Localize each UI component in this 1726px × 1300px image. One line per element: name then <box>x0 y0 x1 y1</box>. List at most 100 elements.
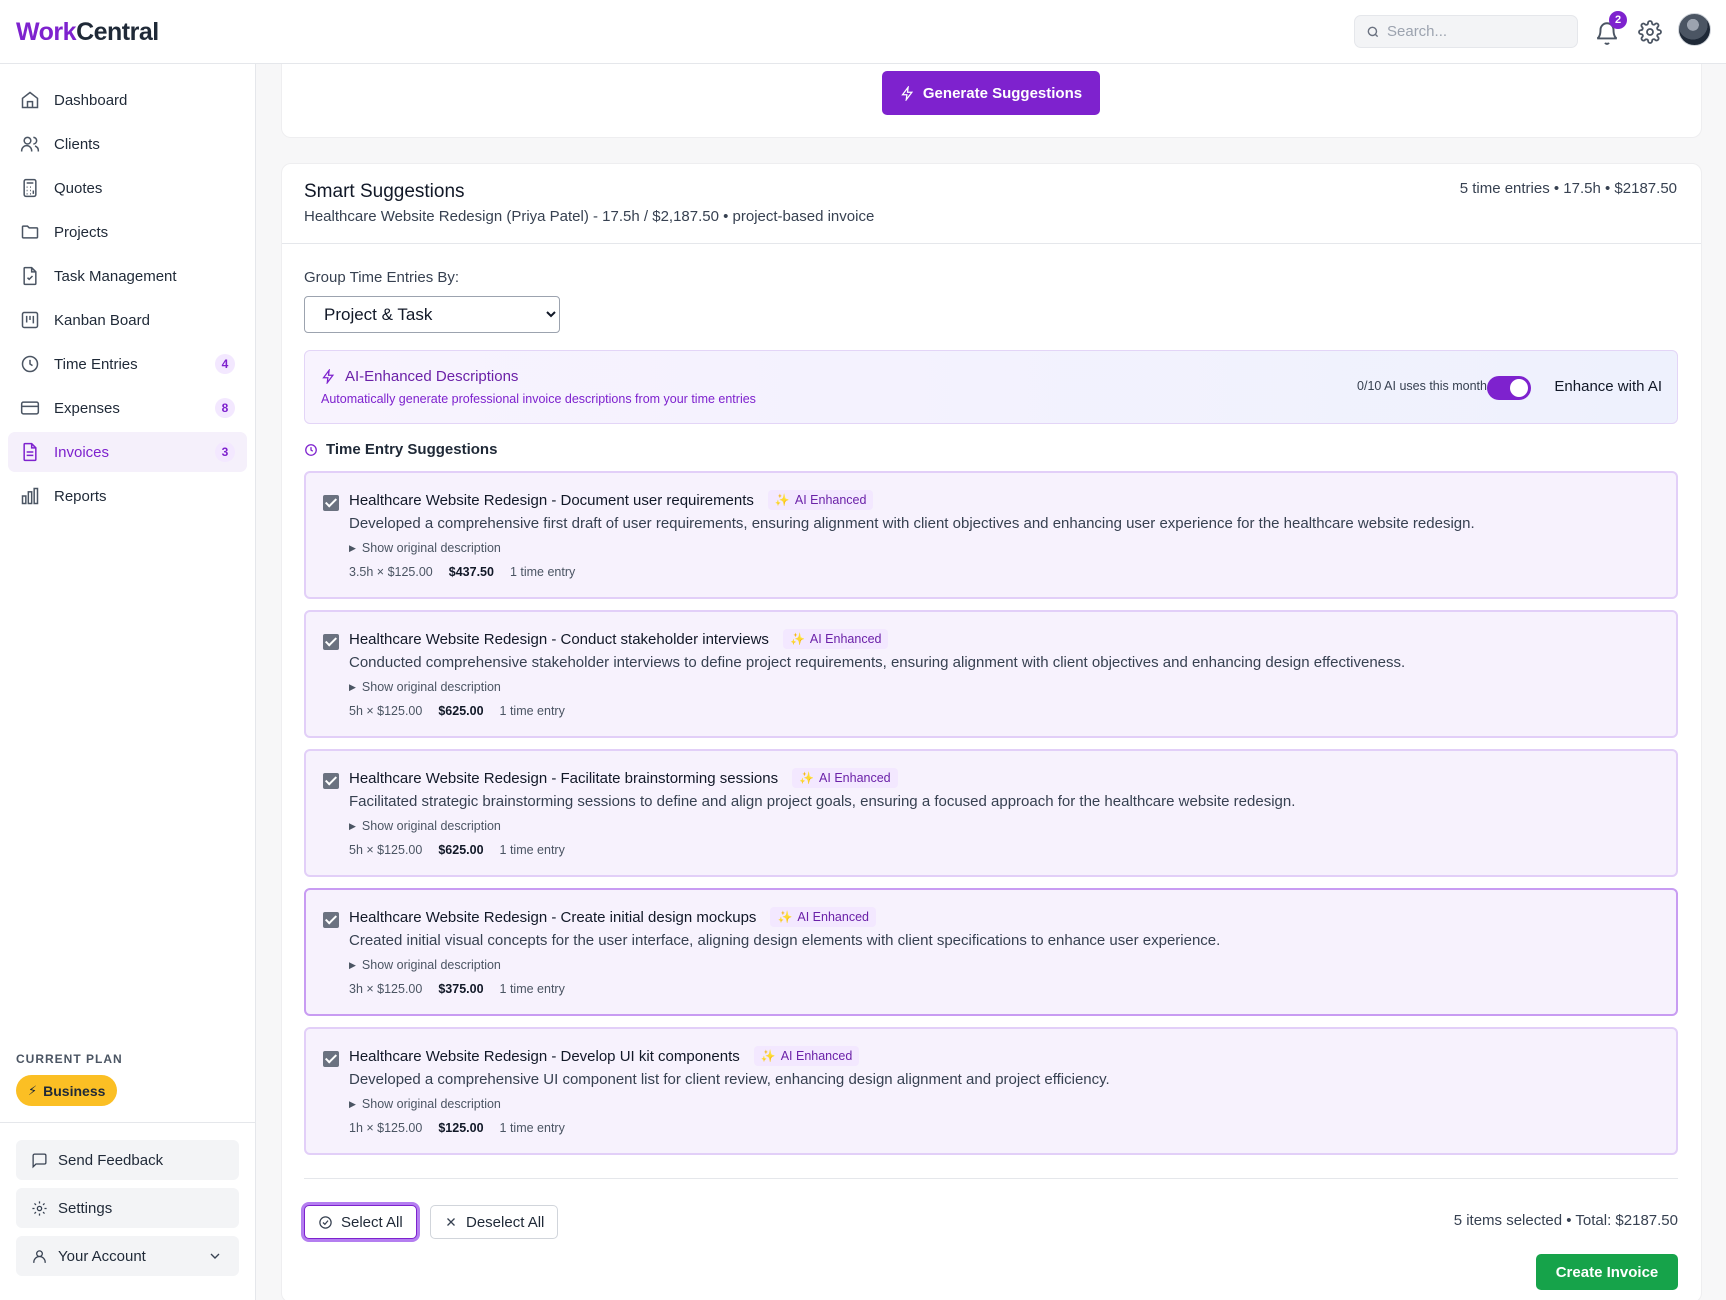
item-checkbox[interactable] <box>323 634 339 650</box>
ai-enhanced-badge: ✨ AI Enhanced <box>767 490 874 510</box>
show-original-toggle[interactable]: ▶ Show original description <box>349 1097 501 1111</box>
item-entry-count: 1 time entry <box>499 982 565 996</box>
item-rate: 3.5h × $125.00 <box>349 565 433 579</box>
suggestion-item: Healthcare Website Redesign - Develop UI… <box>304 1027 1678 1155</box>
item-description: Developed a comprehensive first draft of… <box>349 515 1475 532</box>
sparkle-icon: ✨ <box>799 771 815 785</box>
generate-suggestions-button[interactable]: Generate Suggestions <box>882 71 1100 115</box>
search-input[interactable] <box>1387 16 1572 47</box>
sidebar-item-projects[interactable]: Projects <box>8 212 247 252</box>
triangle-right-icon: ▶ <box>349 1099 356 1109</box>
top-bar: WorkCentral 2 <box>0 0 1726 64</box>
ai-enhanced-badge: ✨ AI Enhanced <box>770 907 876 927</box>
file-check-icon <box>23 266 37 286</box>
sparkle-icon: ✨ <box>789 632 805 646</box>
enhance-ai-toggle[interactable] <box>1487 376 1531 400</box>
item-rate: 3h × $125.00 <box>349 982 423 996</box>
invoice-icon <box>23 442 37 462</box>
item-description: Facilitated strategic brainstorming sess… <box>349 793 1296 810</box>
sidebar-divider <box>0 1122 256 1123</box>
bolt-icon: ⚡ <box>28 1082 38 1098</box>
gear-icon <box>32 1200 47 1216</box>
sidebar-item-task-management[interactable]: Task Management <box>8 256 247 296</box>
sidebar-item-reports[interactable]: Reports <box>8 476 247 516</box>
ai-enhanced-label: AI Enhanced <box>797 910 869 924</box>
select-all-label: Select All <box>341 1213 403 1231</box>
notification-badge: 2 <box>1609 11 1627 29</box>
item-rate: 5h × $125.00 <box>349 704 423 718</box>
sidebar-item-invoices[interactable]: Invoices 3 <box>8 432 247 472</box>
time-entry-suggestions-title: Time Entry Suggestions <box>326 441 498 458</box>
credit-card-icon <box>20 401 40 415</box>
sparkle-icon: ✨ <box>760 1049 776 1063</box>
bolt-icon <box>901 85 914 101</box>
sidebar-item-expenses[interactable]: Expenses 8 <box>8 388 247 428</box>
settings-label: Settings <box>58 1199 113 1217</box>
settings-button[interactable]: Settings <box>16 1188 239 1228</box>
ai-enhanced-label: AI Enhanced <box>809 632 882 646</box>
suggestion-item: Healthcare Website Redesign - Document u… <box>304 471 1678 599</box>
account-button[interactable]: Your Account <box>16 1236 239 1276</box>
group-by-select[interactable]: Project & Task <box>304 296 560 333</box>
show-original-label: Show original description <box>361 958 501 972</box>
item-checkbox[interactable] <box>323 495 339 511</box>
ai-enhanced-badge: ✨ AI Enhanced <box>782 629 889 649</box>
logo-work: Work <box>16 18 77 46</box>
logo-central: Central <box>76 18 159 46</box>
show-original-label: Show original description <box>361 1097 501 1111</box>
item-entry-count: 1 time entry <box>499 843 565 857</box>
item-rate: 1h × $125.00 <box>349 1121 423 1135</box>
suggestion-item: Healthcare Website Redesign - Conduct st… <box>304 610 1678 738</box>
deselect-all-button[interactable]: Deselect All <box>430 1205 559 1239</box>
create-invoice-button[interactable]: Create Invoice <box>1536 1254 1678 1290</box>
ai-enhanced-badge: ✨ AI Enhanced <box>753 1046 860 1066</box>
sidebar-item-label: Time Entries <box>54 355 138 373</box>
item-amount: $625.00 <box>438 843 484 857</box>
sidebar-item-quotes[interactable]: Quotes <box>8 168 247 208</box>
selection-summary: 5 items selected • Total: $2187.50 <box>1453 1212 1678 1229</box>
show-original-toggle[interactable]: ▶ Show original description <box>349 541 501 555</box>
time-entry-suggestions-heading: Time Entry Suggestions <box>304 441 497 458</box>
sidebar-item-dashboard[interactable]: Dashboard <box>8 80 247 120</box>
item-entry-count: 1 time entry <box>499 704 565 718</box>
section-subtitle: Healthcare Website Redesign (Priya Patel… <box>304 208 875 225</box>
sidebar-item-time-entries[interactable]: Time Entries 4 <box>8 344 247 384</box>
chevron-down-icon <box>210 1253 220 1259</box>
item-description: Created initial visual concepts for the … <box>349 932 1221 949</box>
ai-enhanced-badge: ✨ AI Enhanced <box>792 768 898 788</box>
item-title: Healthcare Website Redesign - Facilitate… <box>349 769 779 787</box>
send-feedback-label: Send Feedback <box>58 1151 164 1169</box>
sidebar-item-label: Expenses <box>54 399 120 417</box>
generate-label: Generate Suggestions <box>922 84 1083 102</box>
ai-enhanced-label: AI Enhanced <box>794 493 867 507</box>
item-amount: $125.00 <box>438 1121 484 1135</box>
sidebar-item-kanban-board[interactable]: Kanban Board <box>8 300 247 340</box>
item-checkbox[interactable] <box>323 912 339 928</box>
app-logo[interactable]: WorkCentral <box>16 18 159 47</box>
send-feedback-button[interactable]: Send Feedback <box>16 1140 239 1180</box>
check-circle-icon <box>319 1215 332 1229</box>
calculator-icon <box>23 178 37 198</box>
clock-icon <box>21 355 39 373</box>
show-original-toggle[interactable]: ▶ Show original description <box>349 958 501 972</box>
header-divider <box>282 243 1701 244</box>
gear-icon[interactable] <box>1638 20 1662 44</box>
clock-icon <box>305 443 317 456</box>
plan-badge[interactable]: ⚡ Business <box>16 1075 118 1106</box>
item-checkbox[interactable] <box>323 773 339 789</box>
ai-usage-count: 0/10 AI uses this month <box>1357 379 1487 393</box>
account-label: Your Account <box>58 1247 146 1265</box>
group-by-label: Group Time Entries By: <box>304 269 460 286</box>
item-entry-count: 1 time entry <box>509 565 576 579</box>
avatar[interactable] <box>1678 13 1711 46</box>
close-icon <box>447 1218 455 1226</box>
show-original-label: Show original description <box>361 680 501 694</box>
kanban-icon <box>21 311 39 329</box>
item-title: Healthcare Website Redesign - Conduct st… <box>349 630 769 648</box>
show-original-toggle[interactable]: ▶ Show original description <box>349 819 501 833</box>
select-all-button[interactable]: Select All <box>304 1205 417 1239</box>
item-checkbox[interactable] <box>323 1051 339 1067</box>
show-original-toggle[interactable]: ▶ Show original description <box>349 680 501 694</box>
item-rate: 5h × $125.00 <box>349 843 423 857</box>
sidebar-item-clients[interactable]: Clients <box>8 124 247 164</box>
